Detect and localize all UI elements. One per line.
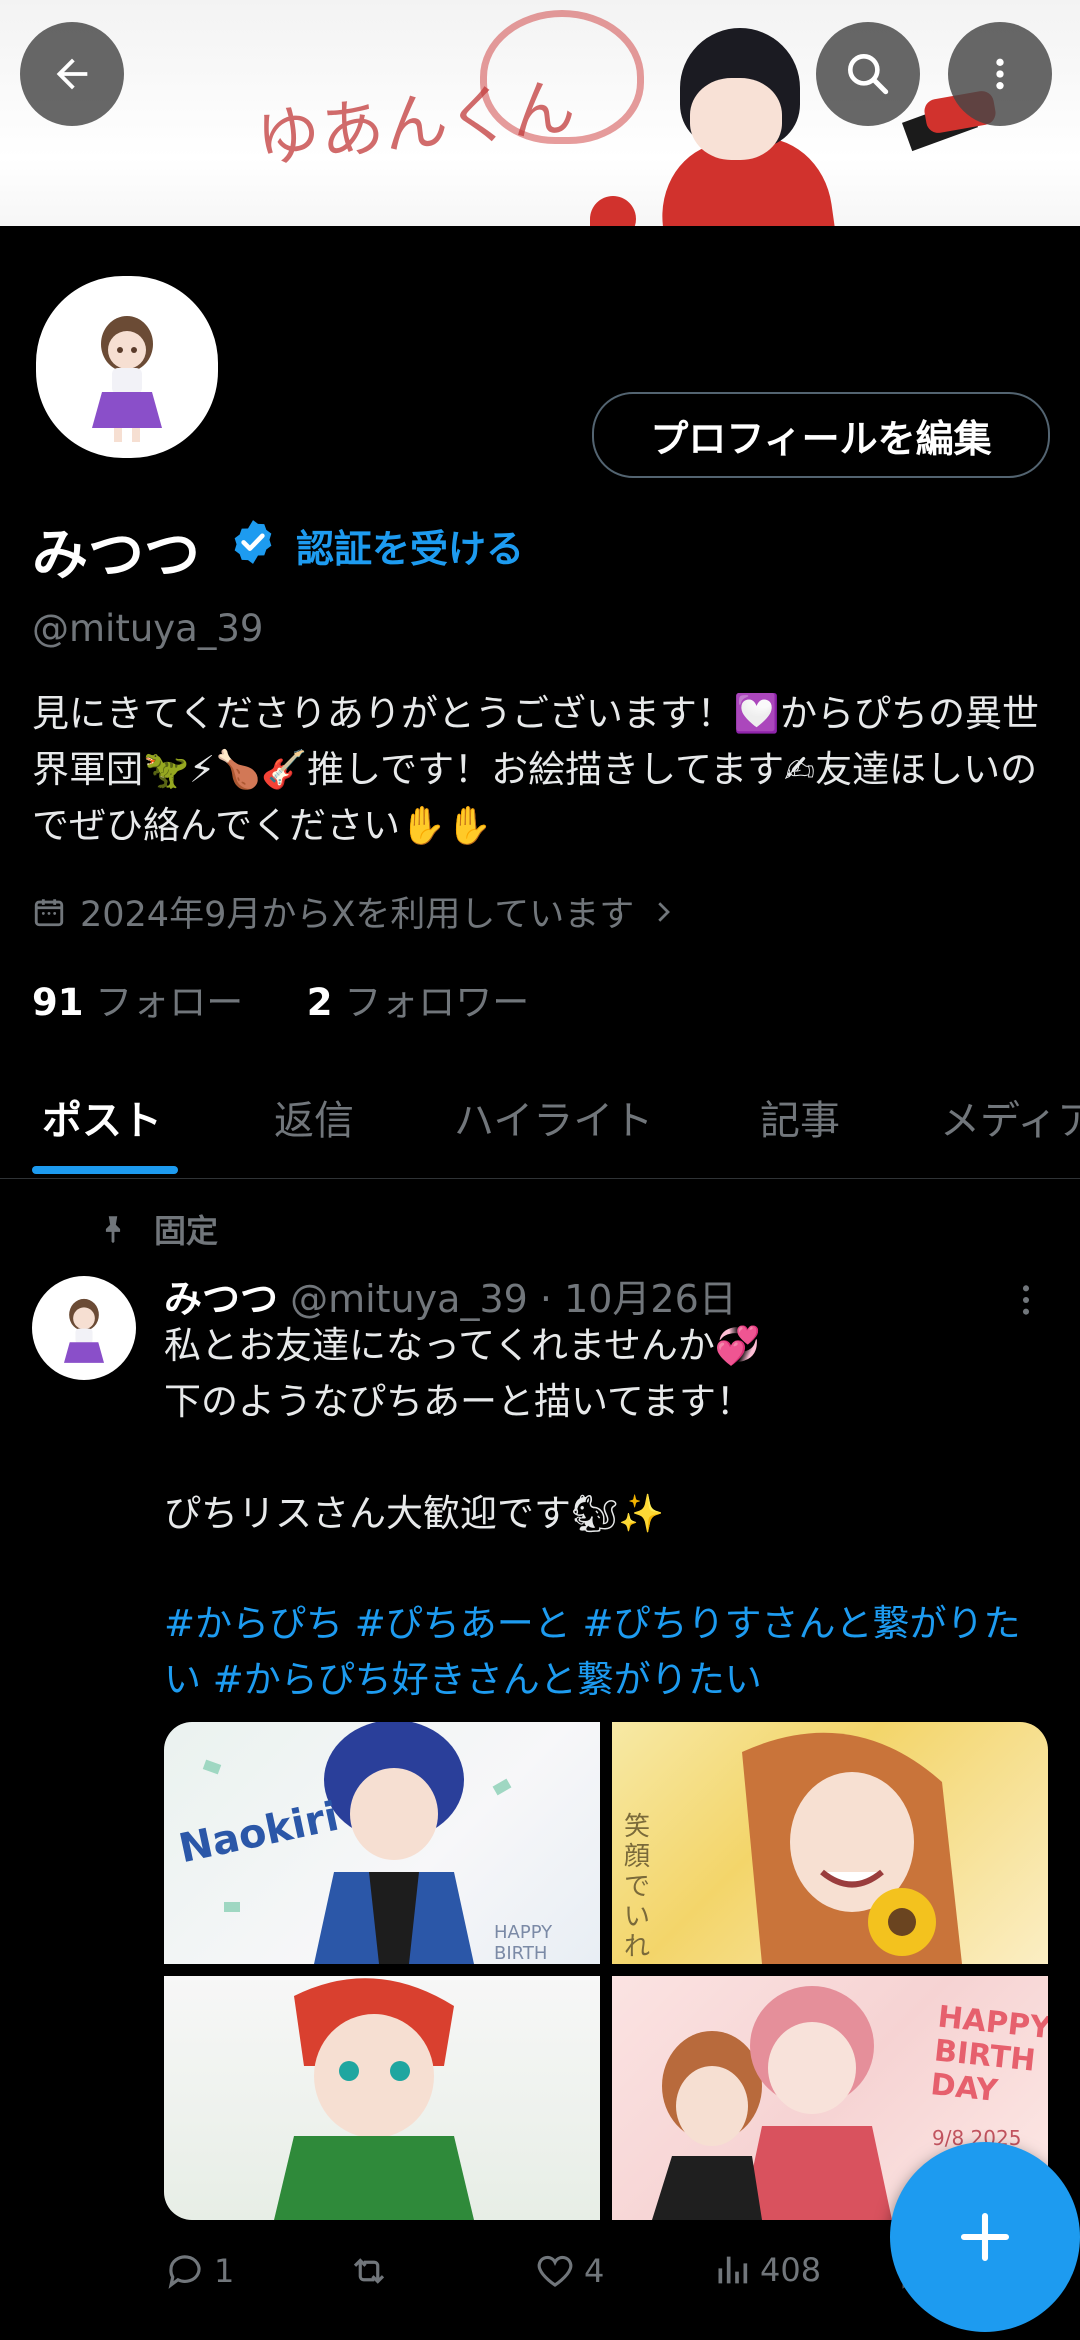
post-hashtags[interactable]: #からぴち #ぴちあーと #ぴちりすさんと繋がりたい #からぴち好きさんと繋がり… bbox=[164, 1596, 1054, 1708]
image-3-illustration bbox=[274, 1978, 474, 2220]
views-button[interactable]: 408 bbox=[712, 2250, 821, 2290]
post-image-grid: Naokiri HAPPY BIRTH 笑顔でいれますよ bbox=[164, 1722, 1048, 2220]
repost-icon bbox=[353, 2258, 385, 2284]
banner-text: ゆあんくん bbox=[252, 70, 579, 178]
heart-icon bbox=[537, 2255, 573, 2287]
post-date[interactable]: 10月26日 bbox=[564, 1277, 737, 1321]
more-vertical-icon bbox=[996, 58, 1004, 90]
tab-articles[interactable]: 記事 bbox=[760, 1088, 840, 1146]
post-author-name[interactable]: みつつ bbox=[164, 1277, 278, 1321]
following-label: フォロー bbox=[95, 981, 244, 1024]
joined-text: 2024年9月からXを利用しています bbox=[80, 895, 635, 935]
joined-date-row[interactable]: 2024年9月からXを利用しています bbox=[32, 886, 678, 937]
followers-count: 2 bbox=[306, 981, 333, 1024]
pinned-label: 固定 bbox=[154, 1212, 219, 1250]
post-image-2[interactable]: 笑顔でいれますよ bbox=[612, 1722, 1048, 1964]
views-chart-icon bbox=[718, 2256, 748, 2284]
like-count: 4 bbox=[584, 2252, 605, 2290]
banner-character-face bbox=[690, 78, 782, 160]
image-2-illustration bbox=[742, 1732, 962, 1964]
search-button[interactable] bbox=[816, 22, 920, 126]
follow-stats: 91 フォロー 2 フォロワー bbox=[32, 972, 529, 1026]
post-header: みつつ @mituya_39 · 10月26日 bbox=[164, 1268, 737, 1323]
image-1-subtext: HAPPY BIRTH bbox=[494, 1922, 553, 1964]
following-count: 91 bbox=[32, 981, 84, 1024]
reply-button[interactable]: 1 bbox=[164, 2250, 234, 2292]
edit-profile-button[interactable]: プロフィールを編集 bbox=[592, 392, 1050, 478]
get-verified-link[interactable]: 認証を受ける bbox=[296, 518, 524, 573]
profile-handle: @mituya_39 bbox=[32, 607, 264, 650]
post-image-3[interactable] bbox=[164, 1976, 600, 2220]
verified-badge-icon[interactable] bbox=[228, 517, 278, 567]
compose-post-button[interactable] bbox=[890, 2142, 1080, 2332]
reply-count: 1 bbox=[214, 2252, 235, 2290]
post-separator: · bbox=[539, 1277, 552, 1321]
profile-banner[interactable]: ゆあんくん bbox=[0, 0, 1080, 226]
profile-name: みつつ bbox=[32, 523, 200, 588]
calendar-icon bbox=[34, 898, 64, 926]
active-tab-indicator bbox=[32, 1166, 178, 1174]
more-options-button[interactable] bbox=[948, 22, 1052, 126]
post-avatar-illustration bbox=[64, 1298, 104, 1363]
tab-highlights[interactable]: ハイライト bbox=[454, 1088, 653, 1146]
image-4-text: HAPPY BIRTH DAY bbox=[928, 1999, 1048, 2109]
following-link[interactable]: 91 フォロー bbox=[32, 981, 243, 1024]
more-vertical-icon bbox=[1022, 1285, 1030, 1315]
post-avatar[interactable] bbox=[32, 1276, 136, 1380]
profile-tabs: ポスト 返信 ハイライト 記事 メディア bbox=[0, 1060, 1080, 1179]
pinned-indicator: 固定 bbox=[96, 1206, 218, 1252]
followers-link[interactable]: 2 フォロワー bbox=[307, 981, 530, 1024]
post-text: 私とお友達になってくれませんか💞 下のようなぴちあーと描いてます！ ぴちリスさん… bbox=[164, 1324, 761, 1535]
plus-icon bbox=[960, 2212, 1010, 2262]
repost-button[interactable] bbox=[346, 2250, 400, 2292]
views-count: 408 bbox=[760, 2251, 822, 2289]
tab-media[interactable]: メディア bbox=[940, 1088, 1080, 1146]
reply-icon bbox=[168, 2255, 201, 2289]
avatar-illustration bbox=[92, 316, 162, 442]
search-icon bbox=[848, 54, 889, 95]
banner-strawberry bbox=[590, 196, 636, 226]
post-image-1[interactable]: Naokiri HAPPY BIRTH bbox=[164, 1722, 600, 1964]
image-2-text: 笑顔でいれますよ bbox=[624, 1812, 651, 1964]
post-author-handle[interactable]: @mituya_39 bbox=[290, 1277, 528, 1321]
back-arrow-icon bbox=[56, 58, 88, 90]
profile-avatar[interactable] bbox=[32, 272, 222, 462]
tab-replies[interactable]: 返信 bbox=[274, 1088, 354, 1146]
profile-bio: 見にきてくださりありがとうございます！💟からぴちの異世界軍団🦖⚡🍗🎸推しです！お… bbox=[32, 692, 1039, 847]
tab-posts[interactable]: ポスト bbox=[42, 1088, 162, 1146]
followers-label: フォロワー bbox=[344, 981, 530, 1024]
back-button[interactable] bbox=[20, 22, 124, 126]
chevron-right-icon bbox=[658, 901, 671, 922]
like-button[interactable]: 4 bbox=[534, 2250, 604, 2292]
pin-icon bbox=[105, 1216, 121, 1244]
